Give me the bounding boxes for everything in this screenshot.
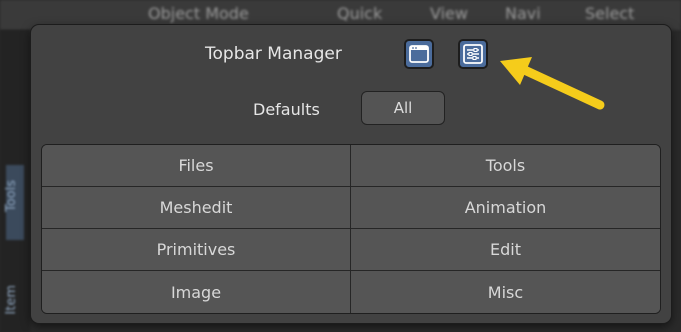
image-button[interactable]: Image [42, 271, 351, 313]
window-icon [409, 45, 429, 63]
tools-tab-label: Tools [4, 180, 19, 213]
menu-select[interactable]: Select [585, 4, 634, 23]
menu-navi[interactable]: Navi [505, 4, 541, 23]
all-button[interactable]: All [361, 91, 445, 125]
category-grid: Files Tools Meshedit Animation Primitive… [41, 144, 661, 314]
settings-icon [463, 44, 483, 64]
defaults-label: Defaults [253, 100, 320, 119]
left-sidebar: Tools Item [0, 30, 30, 332]
primitives-button[interactable]: Primitives [42, 229, 351, 271]
settings-button[interactable] [458, 39, 488, 69]
animation-button[interactable]: Animation [351, 187, 660, 229]
popup-title: Topbar Manager [205, 44, 342, 64]
item-tab-label: Item [4, 285, 19, 315]
menu-view[interactable]: View [430, 4, 468, 23]
meshedit-button[interactable]: Meshedit [42, 187, 351, 229]
menu-quick[interactable]: Quick [337, 4, 382, 23]
mode-label[interactable]: Object Mode [148, 4, 249, 23]
annotation-arrow-icon [500, 57, 605, 110]
files-button[interactable]: Files [42, 145, 351, 187]
misc-button[interactable]: Misc [351, 271, 660, 313]
edit-button[interactable]: Edit [351, 229, 660, 271]
tools-button[interactable]: Tools [351, 145, 660, 187]
window-button[interactable] [404, 39, 434, 69]
